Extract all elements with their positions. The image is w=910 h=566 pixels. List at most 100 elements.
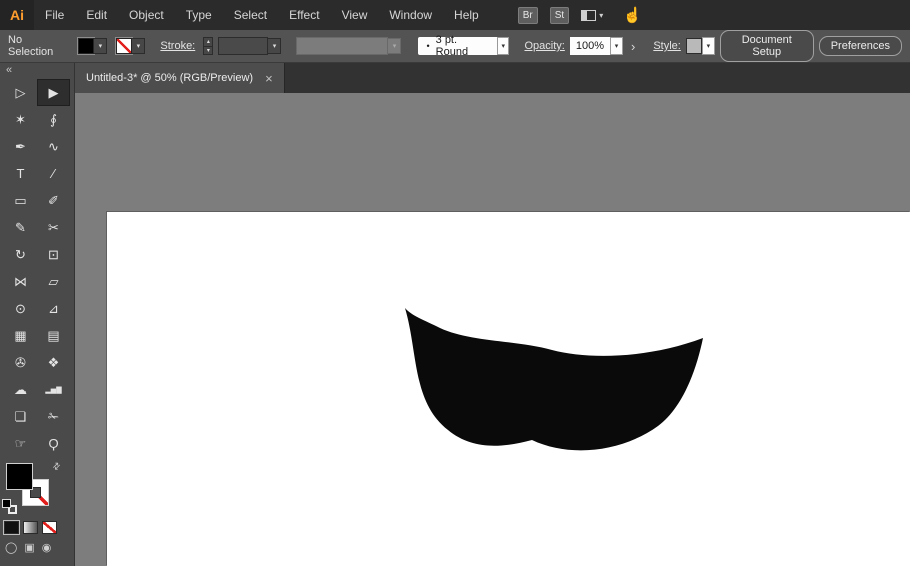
color-type-buttons	[0, 513, 74, 534]
menu-effect[interactable]: Effect	[278, 0, 330, 30]
stroke-color-control[interactable]: ▾	[116, 38, 145, 54]
tools-collapse-button[interactable]: «	[0, 63, 74, 79]
lasso-icon: ∮	[50, 112, 57, 128]
selection-tool[interactable]: ▶	[37, 79, 70, 106]
shape-builder-tool[interactable]: ⊙	[4, 295, 37, 322]
brush-definition-combo[interactable]: • 3 pt. Round ▾	[406, 37, 509, 55]
stepper-up-icon[interactable]: ▴	[203, 37, 213, 46]
curvature-icon: ∿	[48, 139, 59, 155]
illustrator-logo[interactable]: Ai	[0, 0, 34, 30]
chevron-down-icon[interactable]: ▾	[610, 37, 623, 55]
brush-definition-field[interactable]: • 3 pt. Round	[418, 37, 497, 55]
menu-window[interactable]: Window	[378, 0, 443, 30]
eyedropper-icon: ✇	[15, 355, 26, 371]
chevron-down-icon[interactable]: ▾	[702, 37, 715, 55]
stroke-label[interactable]: Stroke:	[160, 40, 195, 52]
default-fill-stroke-button[interactable]	[2, 499, 17, 514]
opacity-combo[interactable]: 100% ▾	[570, 37, 623, 55]
gradient-tool[interactable]: ▤	[37, 322, 70, 349]
pencil-tool[interactable]: ✎	[4, 214, 37, 241]
rectangle-tool[interactable]: ▭	[4, 187, 37, 214]
artboard-tool[interactable]: ❏	[4, 403, 37, 430]
zoom-tool[interactable]: Ϙ	[37, 430, 70, 457]
chevron-down-icon: ▾	[388, 38, 401, 54]
free-transform-icon: ▱	[49, 274, 59, 290]
opacity-field[interactable]: 100%	[570, 37, 610, 55]
line-segment-tool[interactable]: ∕	[37, 160, 70, 187]
fill-swatch-large[interactable]	[6, 463, 33, 490]
document-tab[interactable]: Untitled-3* @ 50% (RGB/Preview) ×	[75, 63, 285, 93]
draw-inside-mode[interactable]: ◉	[42, 541, 52, 554]
curvature-tool[interactable]: ∿	[37, 133, 70, 160]
hand-tool[interactable]: ☞	[4, 430, 37, 457]
menu-file[interactable]: File	[34, 0, 75, 30]
stock-button[interactable]: St	[550, 7, 569, 24]
vector-shape-layer	[75, 93, 910, 566]
default-fill-icon	[2, 499, 11, 508]
rotate-tool[interactable]: ↻	[4, 241, 37, 268]
slice-tool[interactable]: ✁	[37, 403, 70, 430]
canvas-area[interactable]	[75, 93, 910, 566]
workspace-switcher[interactable]: ▾	[581, 10, 603, 21]
artboard-icon: ❏	[15, 409, 27, 425]
document-setup-button[interactable]: Document Setup	[720, 30, 814, 62]
chevron-right-icon[interactable]: ›	[631, 39, 635, 54]
stroke-weight-stepper[interactable]: ▴ ▾	[203, 37, 213, 55]
stroke-weight-field[interactable]	[218, 37, 268, 55]
menu-object[interactable]: Object	[118, 0, 175, 30]
menu-help[interactable]: Help	[443, 0, 490, 30]
swap-fill-stroke-icon[interactable]: ⇄	[50, 460, 63, 473]
menu-edit[interactable]: Edit	[75, 0, 118, 30]
draw-normal-mode[interactable]: ◯	[5, 541, 17, 554]
pen-tool[interactable]: ✒	[4, 133, 37, 160]
color-button[interactable]	[4, 521, 19, 534]
free-transform-tool[interactable]: ▱	[37, 268, 70, 295]
scale-tool[interactable]: ⊡	[37, 241, 70, 268]
tools-grid: ▷ ▶ ✶ ∮ ✒ ∿ T∕▭✐ ✎ ✂↻⊡⋈ ▱ ⊙⊿▦▤ ✇ ❖☁▂▅▇ ❏ ✁ ☞ Ϙ	[0, 79, 74, 457]
graphic-style-combo[interactable]: ▾	[686, 37, 715, 55]
pencil-icon: ✎	[15, 220, 26, 236]
mesh-tool[interactable]: ▦	[4, 322, 37, 349]
menu-type[interactable]: Type	[175, 0, 223, 30]
preferences-button[interactable]: Preferences	[819, 36, 902, 56]
stroke-none-swatch[interactable]	[116, 38, 132, 54]
stepper-down-icon[interactable]: ▾	[203, 46, 213, 55]
bridge-button[interactable]: Br	[518, 7, 538, 24]
eyedropper-tool[interactable]: ✇	[4, 349, 37, 376]
scissors-tool[interactable]: ✂	[37, 214, 70, 241]
type-tool[interactable]: T	[4, 160, 37, 187]
fill-swatch[interactable]	[78, 38, 94, 54]
draw-behind-mode[interactable]: ▣	[24, 541, 34, 554]
direct-selection-icon: ▷	[16, 85, 26, 101]
touch-workspace-icon[interactable]: ☝	[623, 6, 642, 24]
black-vector-shape[interactable]	[405, 308, 703, 450]
style-label[interactable]: Style:	[653, 40, 681, 52]
perspective-grid-tool[interactable]: ⊿	[37, 295, 70, 322]
style-swatch[interactable]	[686, 38, 702, 54]
symbol-sprayer-tool[interactable]: ☁	[4, 376, 37, 403]
stroke-weight-combo[interactable]: ▾	[218, 37, 281, 55]
close-icon[interactable]: ×	[265, 71, 273, 86]
tab-title: Untitled-3* @ 50% (RGB/Preview)	[86, 72, 253, 84]
chevron-down-icon[interactable]: ▾	[132, 38, 145, 54]
magic-wand-icon: ✶	[15, 112, 26, 128]
paintbrush-tool[interactable]: ✐	[37, 187, 70, 214]
magic-wand-tool[interactable]: ✶	[4, 106, 37, 133]
chevron-down-icon[interactable]: ▾	[268, 38, 281, 54]
chevron-down-icon[interactable]: ▾	[94, 38, 107, 54]
column-graph-tool[interactable]: ▂▅▇	[37, 376, 70, 403]
illustrator-window: Ai FileEditObjectTypeSelectEffectViewWin…	[0, 0, 910, 566]
menu-view[interactable]: View	[331, 0, 379, 30]
workspace-layout-icon	[581, 10, 596, 21]
fill-color-control[interactable]: ▾	[78, 38, 107, 54]
blend-tool[interactable]: ❖	[37, 349, 70, 376]
none-button[interactable]	[42, 521, 57, 534]
direct-selection-tool[interactable]: ▷	[4, 79, 37, 106]
width-tool[interactable]: ⋈	[4, 268, 37, 295]
hand-icon: ☞	[15, 436, 27, 452]
menu-select[interactable]: Select	[223, 0, 278, 30]
gradient-button[interactable]	[23, 521, 38, 534]
lasso-tool[interactable]: ∮	[37, 106, 70, 133]
opacity-label[interactable]: Opacity:	[524, 40, 564, 52]
chevron-down-icon[interactable]: ▾	[497, 37, 509, 55]
